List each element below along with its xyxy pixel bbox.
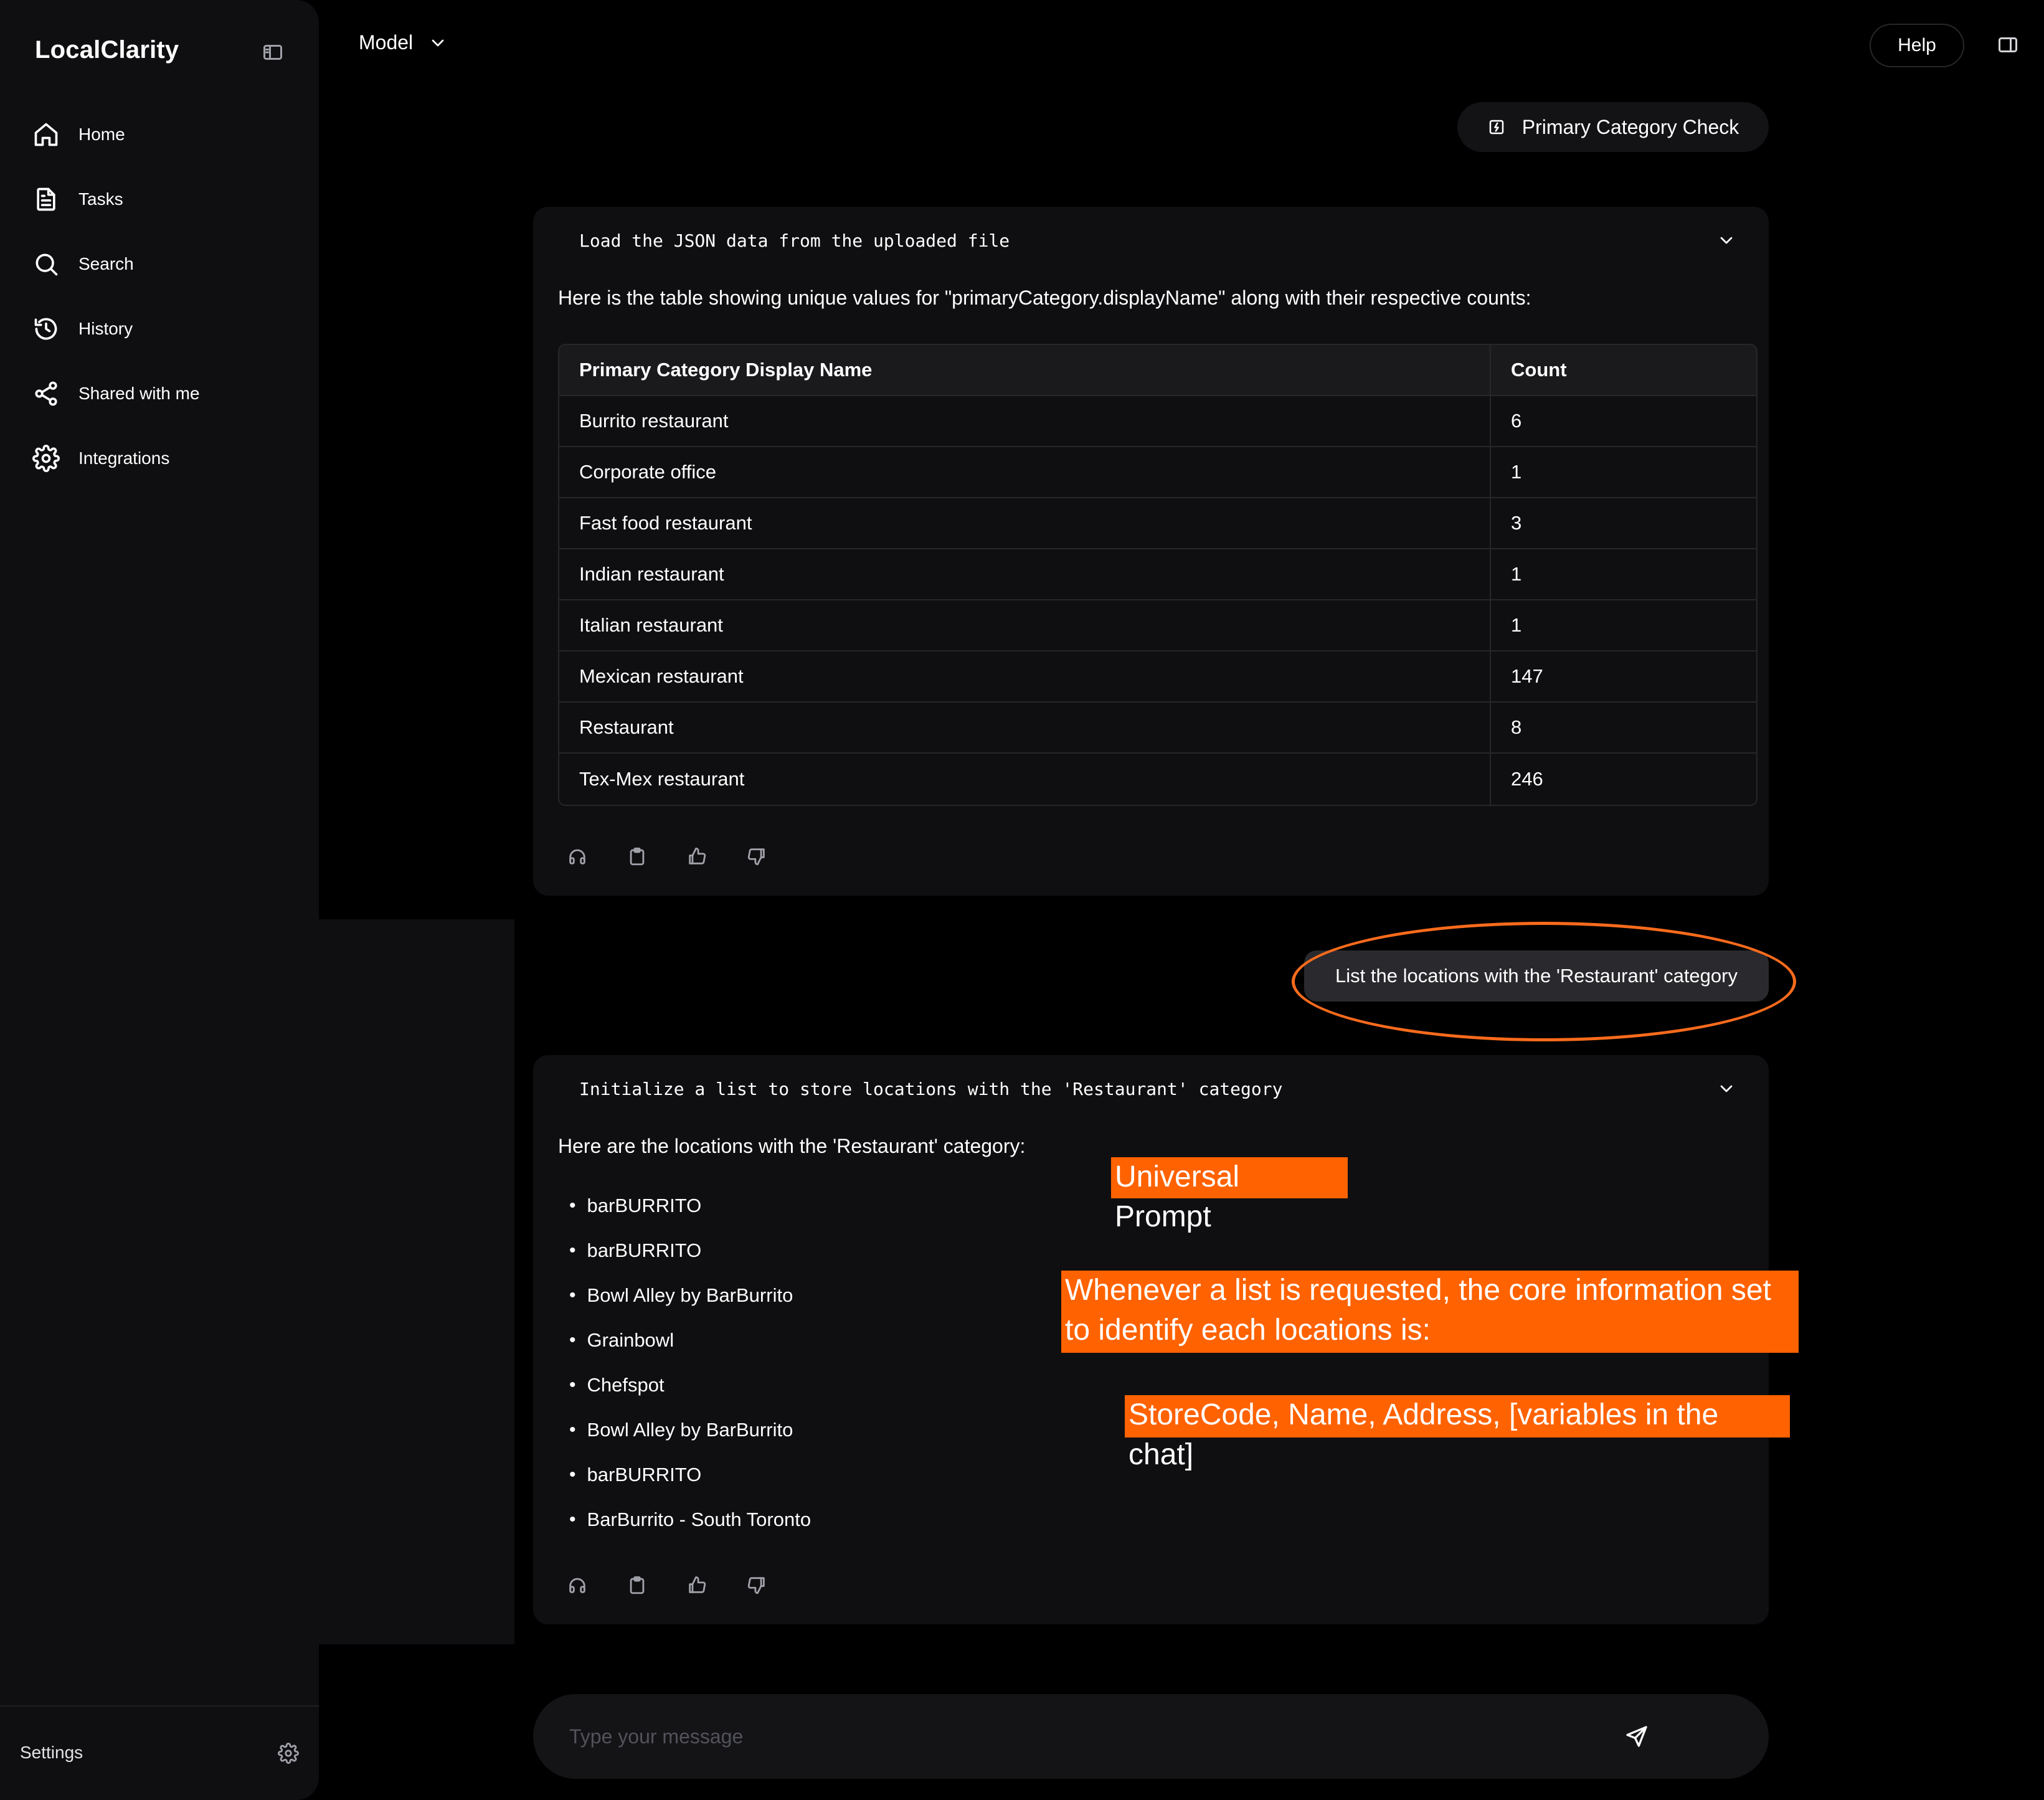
table-row: Mexican restaurant 147 bbox=[559, 651, 1756, 703]
table-header-row: Primary Category Display Name Count bbox=[559, 345, 1756, 396]
share-icon bbox=[32, 380, 60, 407]
response-intro: Here are the locations with the 'Restaur… bbox=[558, 1135, 1026, 1157]
document-icon bbox=[32, 186, 60, 213]
sidebar-item-integrations[interactable]: Integrations bbox=[32, 440, 200, 477]
message-actions bbox=[567, 846, 806, 867]
table-row: Restaurant 8 bbox=[559, 703, 1756, 754]
location-list: barBURRITO barBURRITO Bowl Alley by BarB… bbox=[569, 1183, 811, 1542]
sidebar-item-shared[interactable]: Shared with me bbox=[32, 375, 200, 412]
table-cell: 246 bbox=[1491, 754, 1756, 805]
list-item: Chefspot bbox=[569, 1363, 811, 1408]
table-row: Burrito restaurant 6 bbox=[559, 396, 1756, 447]
table-row: Tex-Mex restaurant 246 bbox=[559, 754, 1756, 805]
table-cell: Italian restaurant bbox=[559, 600, 1491, 651]
table-cell: Mexican restaurant bbox=[559, 651, 1491, 703]
thumbs-up-icon[interactable] bbox=[686, 1575, 707, 1596]
list-item: barBURRITO bbox=[569, 1452, 811, 1497]
table-header: Count bbox=[1491, 345, 1756, 396]
sidebar-item-tasks[interactable]: Tasks bbox=[32, 181, 200, 218]
sidebar-item-label: Home bbox=[78, 125, 125, 144]
chevron-down-icon[interactable] bbox=[1716, 1079, 1736, 1099]
sidebar-item-label: Integrations bbox=[78, 448, 170, 468]
sidebar-item-label: Shared with me bbox=[78, 384, 200, 403]
category-table: Primary Category Display Name Count Burr… bbox=[558, 344, 1758, 806]
list-item: Bowl Alley by BarBurrito bbox=[569, 1408, 811, 1452]
table-cell: 1 bbox=[1491, 447, 1756, 498]
sidebar-item-label: History bbox=[78, 319, 133, 338]
assistant-response-card: Load the JSON data from the uploaded fil… bbox=[533, 207, 1769, 896]
response-intro: Here is the table showing unique values … bbox=[558, 287, 1531, 309]
task-chip[interactable]: Primary Category Check bbox=[1457, 102, 1769, 152]
history-icon bbox=[32, 315, 60, 343]
message-input[interactable] bbox=[568, 1718, 1627, 1755]
annotation-body: Whenever a list is requested, the core i… bbox=[1061, 1271, 1799, 1353]
message-composer bbox=[533, 1694, 1769, 1779]
table-row: Indian restaurant 1 bbox=[559, 549, 1756, 600]
chevron-down-icon[interactable] bbox=[1716, 230, 1736, 250]
list-item: Grainbowl bbox=[569, 1318, 811, 1363]
table-cell: 1 bbox=[1491, 549, 1756, 600]
settings-gear-icon[interactable] bbox=[278, 1743, 299, 1764]
headphones-icon[interactable] bbox=[567, 1575, 588, 1596]
sidebar-item-label: Search bbox=[78, 254, 134, 273]
table-cell: 147 bbox=[1491, 651, 1756, 703]
home-icon bbox=[32, 121, 60, 148]
gear-icon bbox=[32, 445, 60, 472]
model-label: Model bbox=[359, 31, 414, 54]
table-cell: 6 bbox=[1491, 396, 1756, 447]
annotation-fields: StoreCode, Name, Address, [variables in … bbox=[1125, 1395, 1790, 1471]
table-cell: Burrito restaurant bbox=[559, 396, 1491, 447]
sidebar-nav: Home Tasks Search History Shared with me bbox=[32, 116, 200, 504]
headphones-icon[interactable] bbox=[567, 846, 588, 867]
thumbs-down-icon[interactable] bbox=[746, 1575, 767, 1596]
clipboard-icon[interactable] bbox=[627, 846, 648, 867]
send-icon[interactable] bbox=[1624, 1724, 1649, 1749]
table-row: Fast food restaurant 3 bbox=[559, 498, 1756, 549]
background-panel bbox=[319, 919, 514, 1644]
table-cell: 1 bbox=[1491, 600, 1756, 651]
table-cell: Indian restaurant bbox=[559, 549, 1491, 600]
sidebar-item-history[interactable]: History bbox=[32, 310, 200, 348]
thumbs-down-icon[interactable] bbox=[746, 846, 767, 867]
model-selector[interactable]: Model bbox=[359, 31, 448, 54]
table-cell: Corporate office bbox=[559, 447, 1491, 498]
highlight-ellipse bbox=[1292, 922, 1796, 1041]
table-cell: 8 bbox=[1491, 703, 1756, 754]
chevron-down-icon bbox=[428, 33, 448, 53]
list-item: Bowl Alley by BarBurrito bbox=[569, 1273, 811, 1318]
right-panel-toggle-icon[interactable] bbox=[1997, 34, 2019, 56]
table-cell: Fast food restaurant bbox=[559, 498, 1491, 549]
table-cell: Restaurant bbox=[559, 703, 1491, 754]
list-item: barBURRITO bbox=[569, 1183, 811, 1228]
task-chip-label: Primary Category Check bbox=[1521, 115, 1739, 138]
table-row: Italian restaurant 1 bbox=[559, 600, 1756, 651]
annotation-title: Universal Prompt bbox=[1111, 1157, 1348, 1233]
task-icon bbox=[1487, 118, 1506, 136]
list-item: BarBurrito - South Toronto bbox=[569, 1497, 811, 1542]
sidebar-item-label: Tasks bbox=[78, 189, 123, 209]
step-title[interactable]: Load the JSON data from the uploaded fil… bbox=[579, 230, 1010, 251]
table-row: Corporate office 1 bbox=[559, 447, 1756, 498]
list-item: barBURRITO bbox=[569, 1228, 811, 1273]
clipboard-icon[interactable] bbox=[627, 1575, 648, 1596]
sidebar-item-search[interactable]: Search bbox=[32, 245, 200, 283]
sidebar: LocalClarity Home Tasks Search History S… bbox=[0, 0, 319, 1800]
app-logo[interactable]: LocalClarity bbox=[35, 36, 179, 64]
thumbs-up-icon[interactable] bbox=[686, 846, 707, 867]
table-cell: 3 bbox=[1491, 498, 1756, 549]
sidebar-toggle-icon[interactable] bbox=[262, 41, 284, 64]
sidebar-item-home[interactable]: Home bbox=[32, 116, 200, 153]
help-button[interactable]: Help bbox=[1870, 24, 1964, 67]
step-title[interactable]: Initialize a list to store locations wit… bbox=[579, 1079, 1282, 1099]
table-header: Primary Category Display Name bbox=[559, 345, 1491, 396]
sidebar-footer[interactable]: Settings bbox=[0, 1705, 319, 1800]
table-cell: Tex-Mex restaurant bbox=[559, 754, 1491, 805]
message-actions bbox=[567, 1575, 806, 1596]
settings-label: Settings bbox=[20, 1743, 83, 1762]
search-icon bbox=[32, 250, 60, 278]
